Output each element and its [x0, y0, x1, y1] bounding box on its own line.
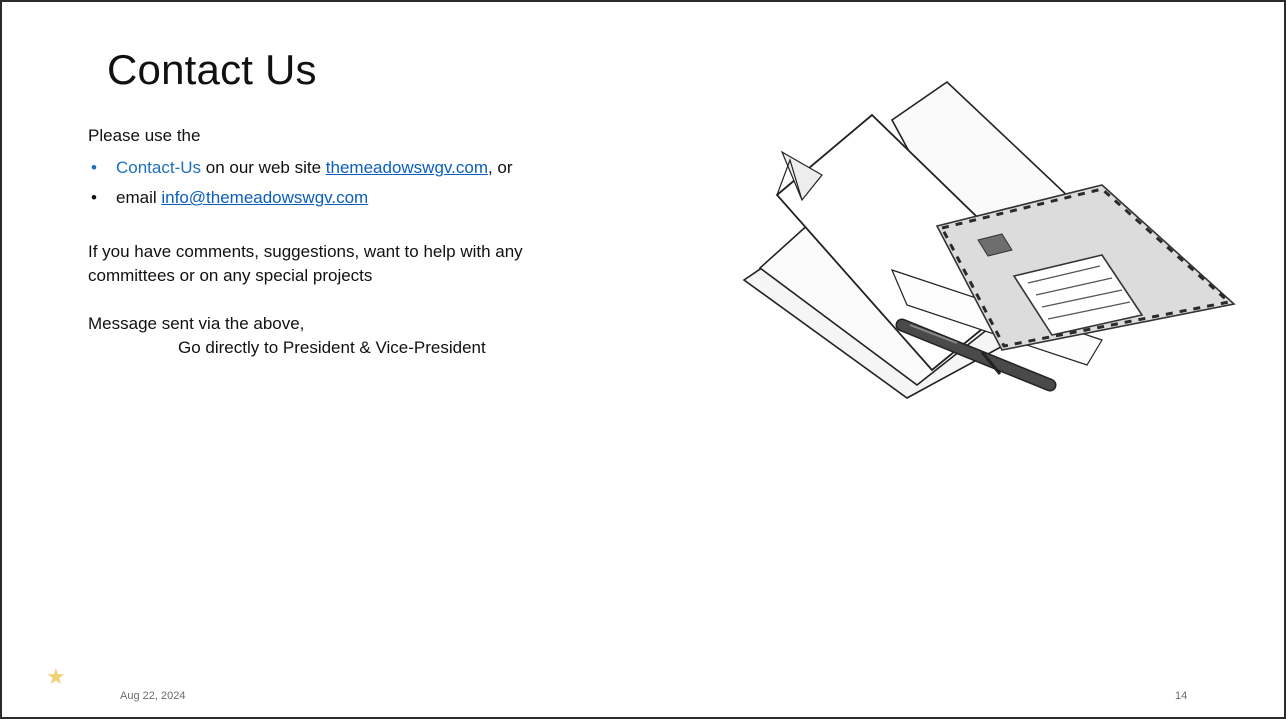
bullet-marker: •	[91, 188, 97, 207]
comments-text-line-1: If you have comments, suggestions, want …	[88, 242, 523, 261]
slide-body: Please use the • Contact-Us on our web s…	[88, 124, 708, 360]
email-link[interactable]: info@themeadowswgv.com	[161, 188, 368, 207]
bullet-item-website: • Contact-Us on our web site themeadowsw…	[88, 156, 708, 180]
comments-text-line-2: committees or on any special projects	[88, 266, 373, 285]
star-icon: ★	[46, 664, 66, 689]
contact-us-label: Contact-Us	[116, 158, 202, 177]
message-text-line-2: Go directly to President & Vice-Presiden…	[178, 338, 486, 357]
contact-bullet-list: • Contact-Us on our web site themeadowsw…	[88, 156, 708, 210]
website-link[interactable]: themeadowswgv.com	[326, 158, 488, 177]
footer-date: Aug 22, 2024	[120, 690, 186, 702]
slide-title: Contact Us	[107, 46, 317, 93]
page-number: 14	[1175, 690, 1188, 702]
website-text: on our web site	[201, 158, 326, 177]
intro-text: Please use the	[88, 126, 201, 145]
envelope-papers-pen-icon	[742, 80, 1236, 399]
bullet-marker: •	[91, 158, 97, 177]
bullet-item-email: • email info@themeadowswgv.com	[88, 186, 708, 210]
website-tail-text: , or	[487, 158, 513, 177]
slide: Contact Us Please use the • Contact-Us o…	[0, 0, 1286, 719]
email-label: email	[116, 188, 162, 207]
message-text-line-1: Message sent via the above,	[88, 314, 305, 333]
